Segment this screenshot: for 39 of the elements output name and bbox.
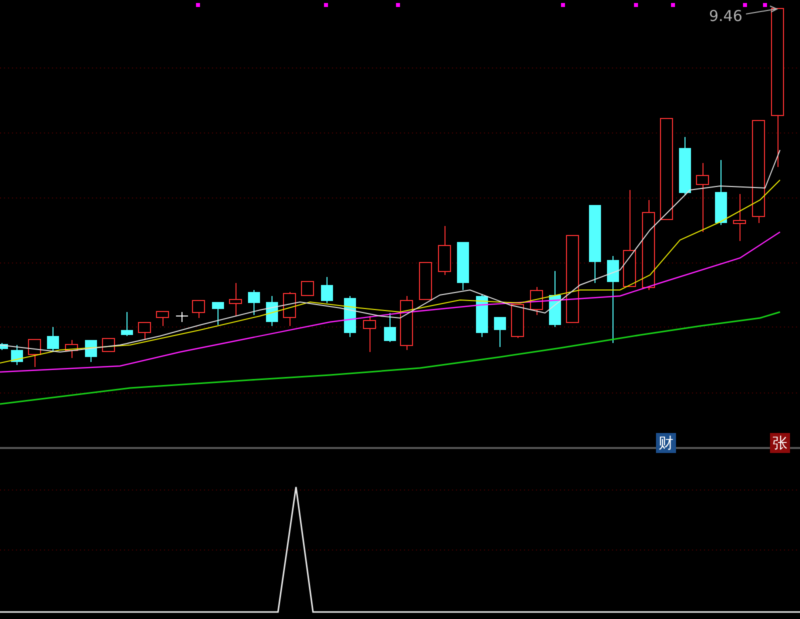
- candlestick: [715, 160, 727, 226]
- candlestick: [229, 282, 242, 316]
- candlestick: [438, 226, 451, 276]
- candlestick: [301, 280, 314, 296]
- candlestick: [65, 340, 78, 358]
- candlestick: [457, 242, 469, 290]
- candlestick: [384, 312, 396, 342]
- candlestick: [511, 304, 524, 338]
- candlestick: [400, 296, 413, 350]
- candlestick: [28, 338, 41, 368]
- candlestick: [138, 322, 151, 340]
- candlestick: [176, 312, 188, 322]
- candlestick: [530, 286, 543, 316]
- candlestick: [733, 194, 746, 242]
- candlestick: [419, 262, 432, 300]
- candlestick: [494, 316, 506, 348]
- candlestick: [248, 290, 260, 316]
- arrow-icon: [746, 6, 778, 14]
- candlestick: [47, 326, 59, 352]
- indicator-badge[interactable]: 张: [770, 433, 790, 453]
- candlestick: [102, 338, 115, 352]
- candlestick: [283, 292, 296, 326]
- candlestick: [363, 316, 376, 352]
- candlestick: [156, 310, 169, 326]
- candlestick: [11, 344, 23, 366]
- candlestick: [679, 136, 691, 196]
- candlestick: [476, 294, 488, 338]
- price-label: 9.46: [709, 7, 742, 25]
- candlestick: [192, 300, 205, 318]
- candlestick: [121, 312, 133, 336]
- candlestick: [549, 270, 561, 328]
- indicator-badge[interactable]: 财: [656, 433, 676, 453]
- candlestick: [696, 162, 709, 232]
- candlestick: [344, 296, 356, 338]
- candlestick: [266, 296, 278, 326]
- candlestick: [321, 276, 333, 304]
- candlestick: [0, 342, 8, 350]
- candlestick: [212, 302, 224, 326]
- candlestick: [85, 340, 97, 362]
